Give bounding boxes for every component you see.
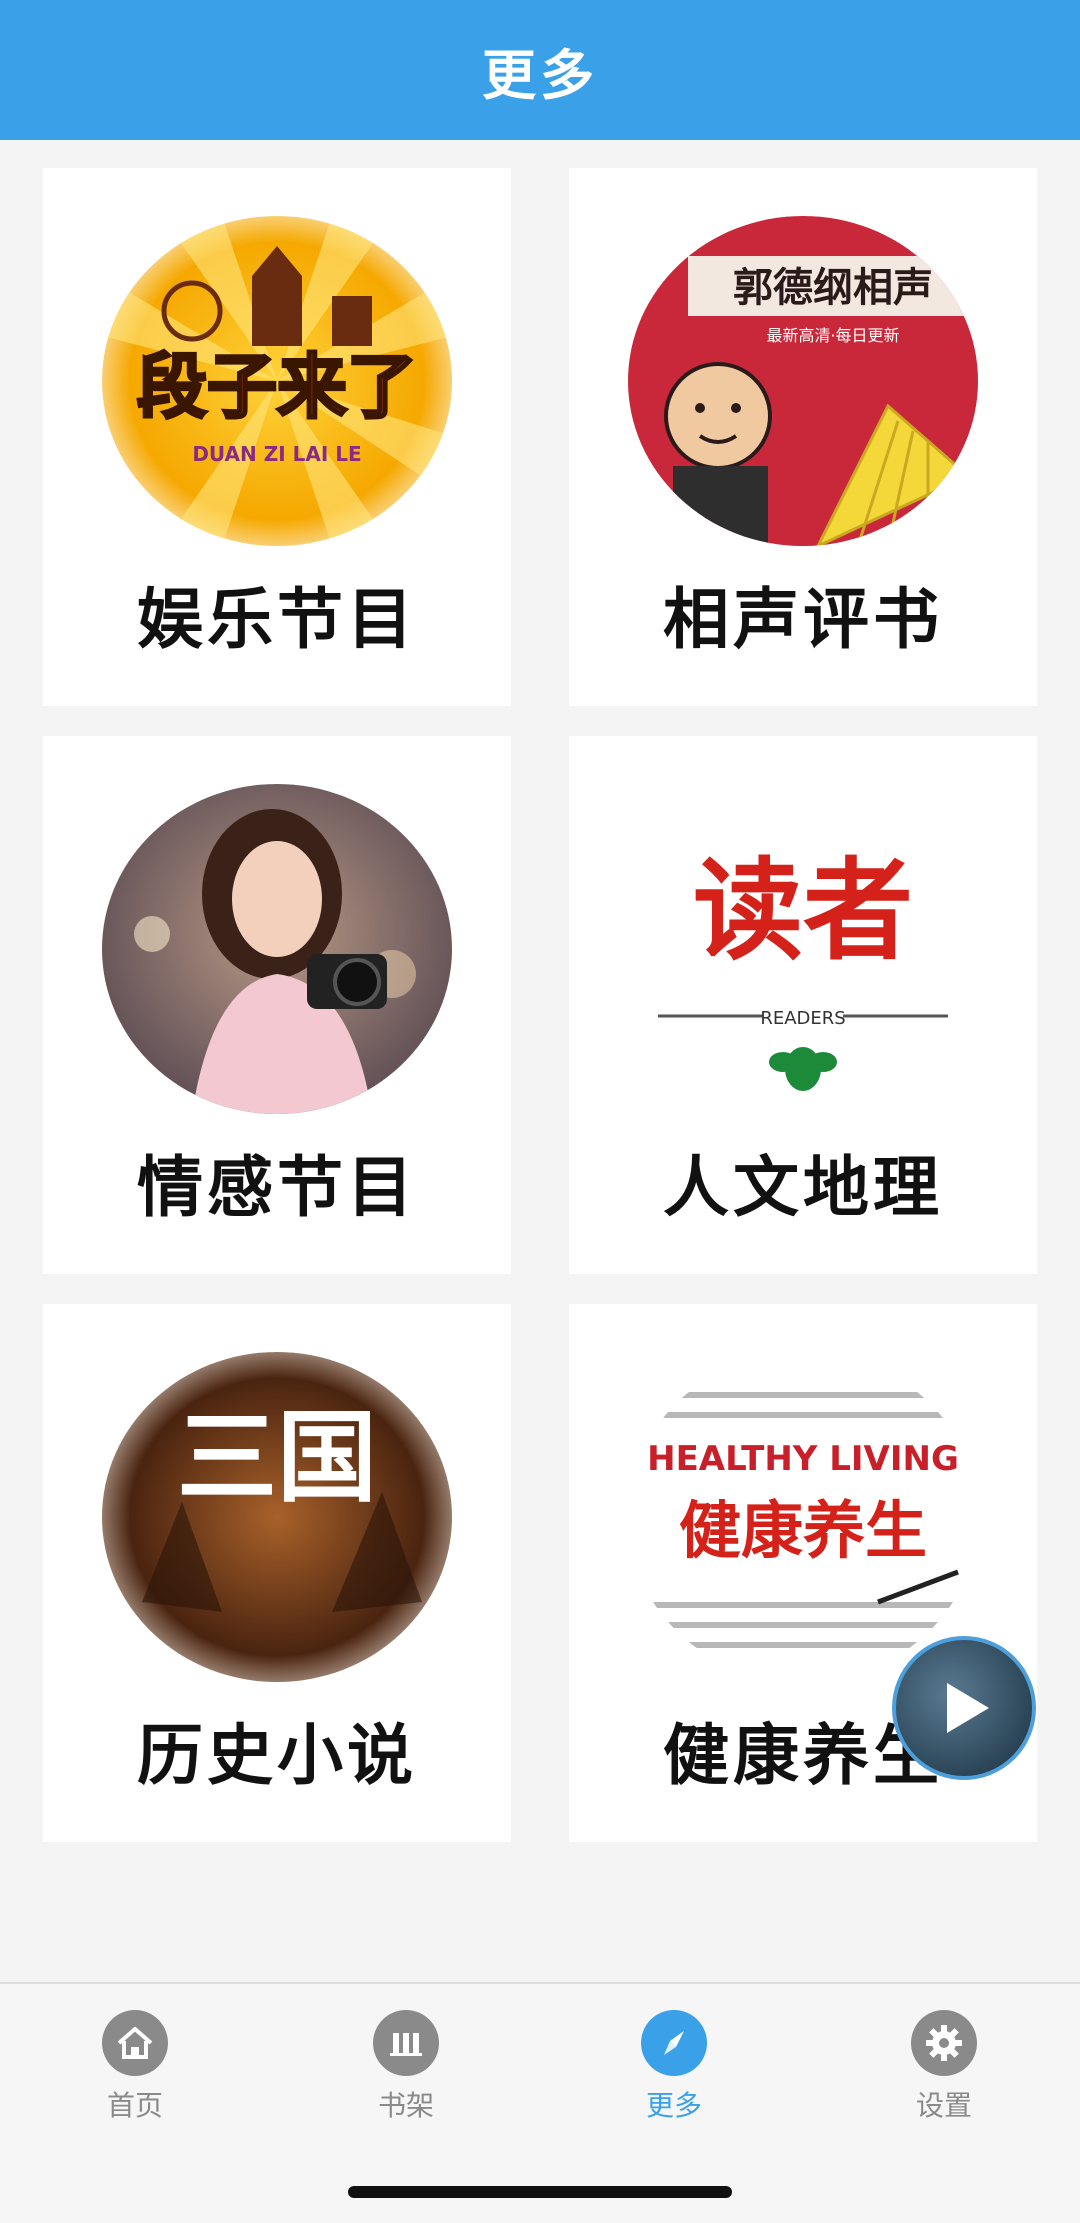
culture-thumbnail: 读者 READERS (628, 784, 978, 1114)
bookshelf-icon (373, 2010, 439, 2076)
app-root: 更多 段子来了 DUAN ZI LAI LE 娱乐节目 郭德纲相声 最新高清·每… (0, 0, 1080, 2223)
crosstalk-thumb-subtitle: 最新高清·每日更新 (766, 326, 899, 345)
crosstalk-thumb-title: 郭德纲相声 (733, 264, 933, 311)
emotion-thumbnail (102, 784, 452, 1114)
page-title: 更多 (482, 43, 598, 107)
floating-play-button[interactable] (892, 1636, 1036, 1780)
tab-bookshelf[interactable]: 书架 (336, 2010, 476, 2124)
category-card-crosstalk[interactable]: 郭德纲相声 最新高清·每日更新 相声评书 (569, 168, 1037, 706)
history-artwork: 三国 (102, 1352, 452, 1682)
tab-settings-label: 设置 (915, 2089, 972, 2122)
health-thumb-subtitle: HEALTHY LIVING (647, 1439, 959, 1479)
category-card-entertainment[interactable]: 段子来了 DUAN ZI LAI LE 娱乐节目 (43, 168, 511, 706)
category-card-emotion[interactable]: 情感节目 (43, 736, 511, 1274)
home-icon (102, 2010, 168, 2076)
compass-icon (641, 2010, 707, 2076)
tab-home-label: 首页 (106, 2089, 163, 2122)
entertainment-artwork: 段子来了 DUAN ZI LAI LE (102, 216, 452, 546)
category-card-culture[interactable]: 读者 READERS 人文地理 (569, 736, 1037, 1274)
culture-artwork: 读者 READERS (628, 784, 978, 1114)
category-label: 娱乐节目 (137, 581, 417, 658)
home-indicator[interactable] (348, 2186, 732, 2198)
entertainment-thumbnail: 段子来了 DUAN ZI LAI LE (102, 216, 452, 546)
category-card-history[interactable]: 三国 历史小说 (43, 1304, 511, 1842)
crosstalk-thumbnail: 郭德纲相声 最新高清·每日更新 (628, 216, 978, 546)
health-thumb-title: 健康养生 (679, 1494, 927, 1567)
tab-more[interactable]: 更多 (604, 2010, 744, 2124)
gear-icon (911, 2010, 977, 2076)
history-thumb-title: 三国 (177, 1398, 377, 1516)
crosstalk-artwork: 郭德纲相声 最新高清·每日更新 (628, 216, 978, 546)
culture-thumb-title: 读者 (693, 846, 913, 975)
category-label: 情感节目 (137, 1149, 417, 1226)
category-label: 人文地理 (663, 1149, 943, 1226)
culture-thumb-subtitle: READERS (760, 1008, 845, 1029)
health-thumbnail: HEALTHY LIVING 健康养生 (628, 1352, 978, 1682)
tab-home[interactable]: 首页 (65, 2010, 205, 2124)
entertainment-thumb-title: 段子来了 (137, 346, 417, 428)
header-bar: 更多 (0, 0, 1080, 140)
category-label: 历史小说 (137, 1717, 417, 1794)
entertainment-thumb-subtitle: DUAN ZI LAI LE (192, 442, 361, 466)
category-grid: 段子来了 DUAN ZI LAI LE 娱乐节目 郭德纲相声 最新高清·每日更新 (43, 168, 1037, 1842)
play-icon (947, 1683, 989, 1733)
tab-more-label: 更多 (645, 2089, 702, 2122)
category-label: 相声评书 (663, 581, 943, 658)
tab-settings[interactable]: 设置 (874, 2010, 1014, 2124)
emotion-photo (102, 784, 452, 1114)
history-thumbnail: 三国 (102, 1352, 452, 1682)
tab-bookshelf-label: 书架 (377, 2089, 434, 2122)
health-artwork: HEALTHY LIVING 健康养生 (628, 1352, 978, 1682)
